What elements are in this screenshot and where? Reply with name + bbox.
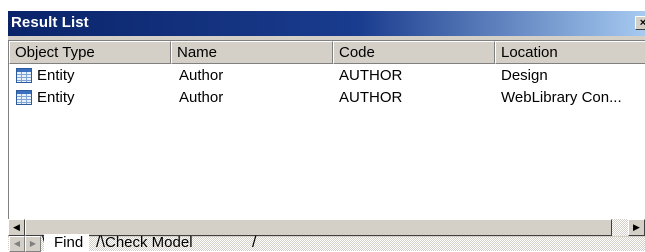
panel-title: Result List xyxy=(11,14,89,31)
column-header-code[interactable]: Code xyxy=(333,41,495,64)
result-list-view[interactable]: Object Type Name Code Location Entity Au… xyxy=(8,40,645,219)
title-bar: Result List × xyxy=(8,11,645,36)
cell-object-type: Entity xyxy=(37,67,75,84)
result-list-panel: Result List × Object Type Name Code Loca… xyxy=(7,10,645,252)
tab-check-model[interactable]: Check Model xyxy=(99,234,199,252)
entity-icon xyxy=(16,68,32,83)
cell-code: AUTHOR xyxy=(339,67,403,84)
table-row[interactable]: Entity Author AUTHOR Design xyxy=(9,65,645,87)
cell-location: WebLibrary Con... xyxy=(501,89,622,106)
cell-code: AUTHOR xyxy=(339,89,403,106)
cell-name: Author xyxy=(179,89,224,106)
scroll-left-icon[interactable]: ◀ xyxy=(8,219,25,236)
column-header-location[interactable]: Location xyxy=(495,41,645,64)
cell-name: Author xyxy=(179,67,224,84)
scroll-right-icon[interactable]: ▶ xyxy=(628,219,645,236)
close-icon[interactable]: × xyxy=(635,16,645,30)
column-header-object-type[interactable]: Object Type xyxy=(9,41,171,64)
column-header-name[interactable]: Name xyxy=(171,41,333,64)
cell-location: Design xyxy=(501,67,548,84)
table-row[interactable]: Entity Author AUTHOR WebLibrary Con... xyxy=(9,87,645,109)
tab-find[interactable]: Find xyxy=(44,234,90,252)
entity-icon xyxy=(16,90,32,105)
cell-object-type: Entity xyxy=(37,89,75,106)
tab-strip: ◀ ▶ \ Find /\ Check Model / xyxy=(8,234,645,252)
tab-separator: / xyxy=(252,234,257,251)
